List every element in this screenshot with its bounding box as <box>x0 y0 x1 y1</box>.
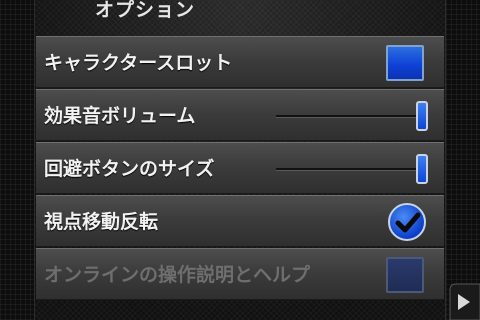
option-label: オンラインの操作説明とヘルプ <box>44 264 311 286</box>
option-row-invert-camera[interactable]: 視点移動反転 <box>36 195 444 247</box>
option-label: 視点移動反転 <box>44 211 159 233</box>
left-frame-decoration <box>0 0 35 320</box>
option-row-dodge-button-size[interactable]: 回避ボタンのサイズ <box>36 142 444 194</box>
screen-title: オプション <box>94 0 195 21</box>
sfx-volume-track[interactable] <box>276 115 426 117</box>
sfx-volume-slider-thumb[interactable] <box>415 101 428 131</box>
option-row-sfx-volume[interactable]: 効果音ボリューム <box>36 89 444 141</box>
character-slot-button[interactable] <box>386 45 424 81</box>
options-list[interactable]: キャラクタースロット 効果音ボリューム 回避ボタンのサイズ 視点移動反転 オンラ… <box>36 30 444 320</box>
option-label: 効果音ボリューム <box>44 105 196 127</box>
dodge-button-size-track[interactable] <box>276 168 426 170</box>
option-label: キャラクタースロット <box>44 52 233 74</box>
invert-camera-checkbox[interactable] <box>388 203 426 241</box>
online-help-button[interactable] <box>386 257 424 293</box>
dodge-button-size-slider-thumb[interactable] <box>415 154 428 184</box>
option-row-character-slot[interactable]: キャラクタースロット <box>36 36 444 88</box>
option-row-online-help[interactable]: オンラインの操作説明とヘルプ <box>36 248 444 300</box>
checkmark-icon <box>395 212 421 233</box>
right-frame-decoration <box>445 0 480 320</box>
option-label: 回避ボタンのサイズ <box>44 158 215 180</box>
page-turn-arrow-icon[interactable] <box>446 280 480 320</box>
